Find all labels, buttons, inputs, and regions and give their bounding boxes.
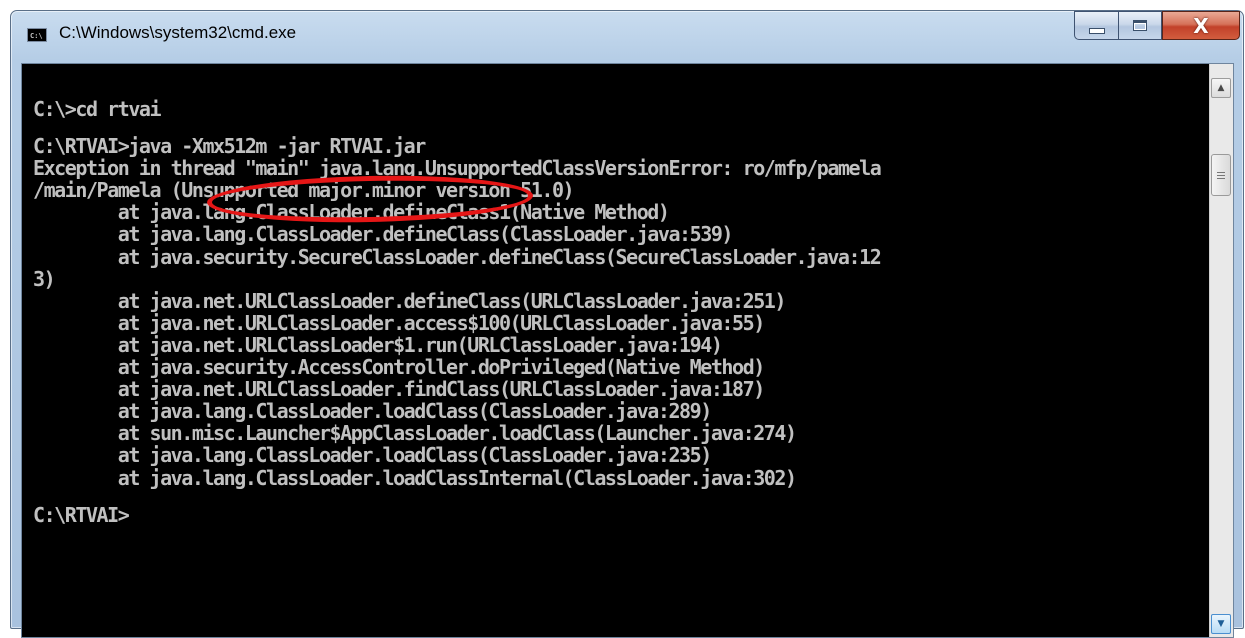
console-line: at java.net.URLClassLoader.findClass(URL… (33, 377, 766, 402)
console-line: at java.lang.ClassLoader.defineClass1(Na… (33, 200, 670, 225)
scroll-thumb[interactable] (1211, 154, 1231, 196)
console-line: at java.lang.ClassLoader.loadClassIntern… (33, 465, 797, 490)
console-line: at java.security.AccessController.doPriv… (33, 355, 766, 380)
console-line: at java.net.URLClassLoader.access$100(UR… (33, 310, 766, 335)
console-line: at java.net.URLClassLoader.defineClass(U… (33, 288, 787, 313)
close-icon: X (1193, 13, 1209, 38)
scroll-up-button[interactable]: ▲ (1211, 78, 1231, 98)
console-line: C:\RTVAI> (33, 502, 130, 527)
minimize-button[interactable] (1074, 11, 1118, 40)
vertical-scrollbar[interactable]: ▲ ▼ (1209, 64, 1233, 637)
scroll-down-button[interactable]: ▼ (1211, 614, 1231, 634)
close-button[interactable]: X (1162, 11, 1240, 40)
title-bar[interactable]: C:\ C:\Windows\system32\cmd.exe X (11, 11, 1243, 59)
console-text: C:\>cd rtvai C:\RTVAI>java -Xmx512m -jar … (22, 64, 1210, 526)
console-app-icon[interactable]: C:\ (27, 28, 47, 42)
console-line: 3) (33, 266, 56, 291)
arrow-down-icon: ▼ (1217, 619, 1225, 629)
console-line: C:\RTVAI>java -Xmx512m -jar RTVAI.jar (33, 134, 426, 159)
console-line: at java.net.URLClassLoader$1.run(URLClas… (33, 332, 723, 357)
console-line: at java.lang.ClassLoader.loadClass(Class… (33, 399, 713, 424)
console-line: Exception in thread "main" java.lang.Uns… (33, 156, 882, 181)
cmd-window: C:\ C:\Windows\system32\cmd.exe X C:\>cd… (10, 10, 1244, 638)
maximize-icon (1133, 20, 1147, 31)
maximize-button[interactable] (1118, 11, 1162, 40)
arrow-up-icon: ▲ (1217, 83, 1225, 93)
caption-buttons: X (1074, 11, 1240, 41)
minimize-icon (1088, 27, 1105, 34)
console-line: at java.lang.ClassLoader.defineClass(Cla… (33, 222, 734, 247)
console-line: C:\>cd rtvai (33, 97, 162, 121)
console-line: /main/Pamela (Unsupported major.minor ve… (33, 178, 575, 203)
console-line: at java.security.SecureClassLoader.defin… (33, 244, 882, 269)
window-title: C:\Windows\system32\cmd.exe (59, 23, 297, 42)
console-line: at sun.misc.Launcher$AppClassLoader.load… (33, 421, 797, 446)
console-client-area[interactable]: C:\>cd rtvai C:\RTVAI>java -Xmx512m -jar … (21, 63, 1234, 638)
console-line: at java.lang.ClassLoader.loadClass(Class… (33, 443, 713, 468)
grip-icon (1217, 171, 1225, 179)
console-output[interactable]: C:\>cd rtvai C:\RTVAI>java -Xmx512m -jar … (22, 64, 1210, 637)
